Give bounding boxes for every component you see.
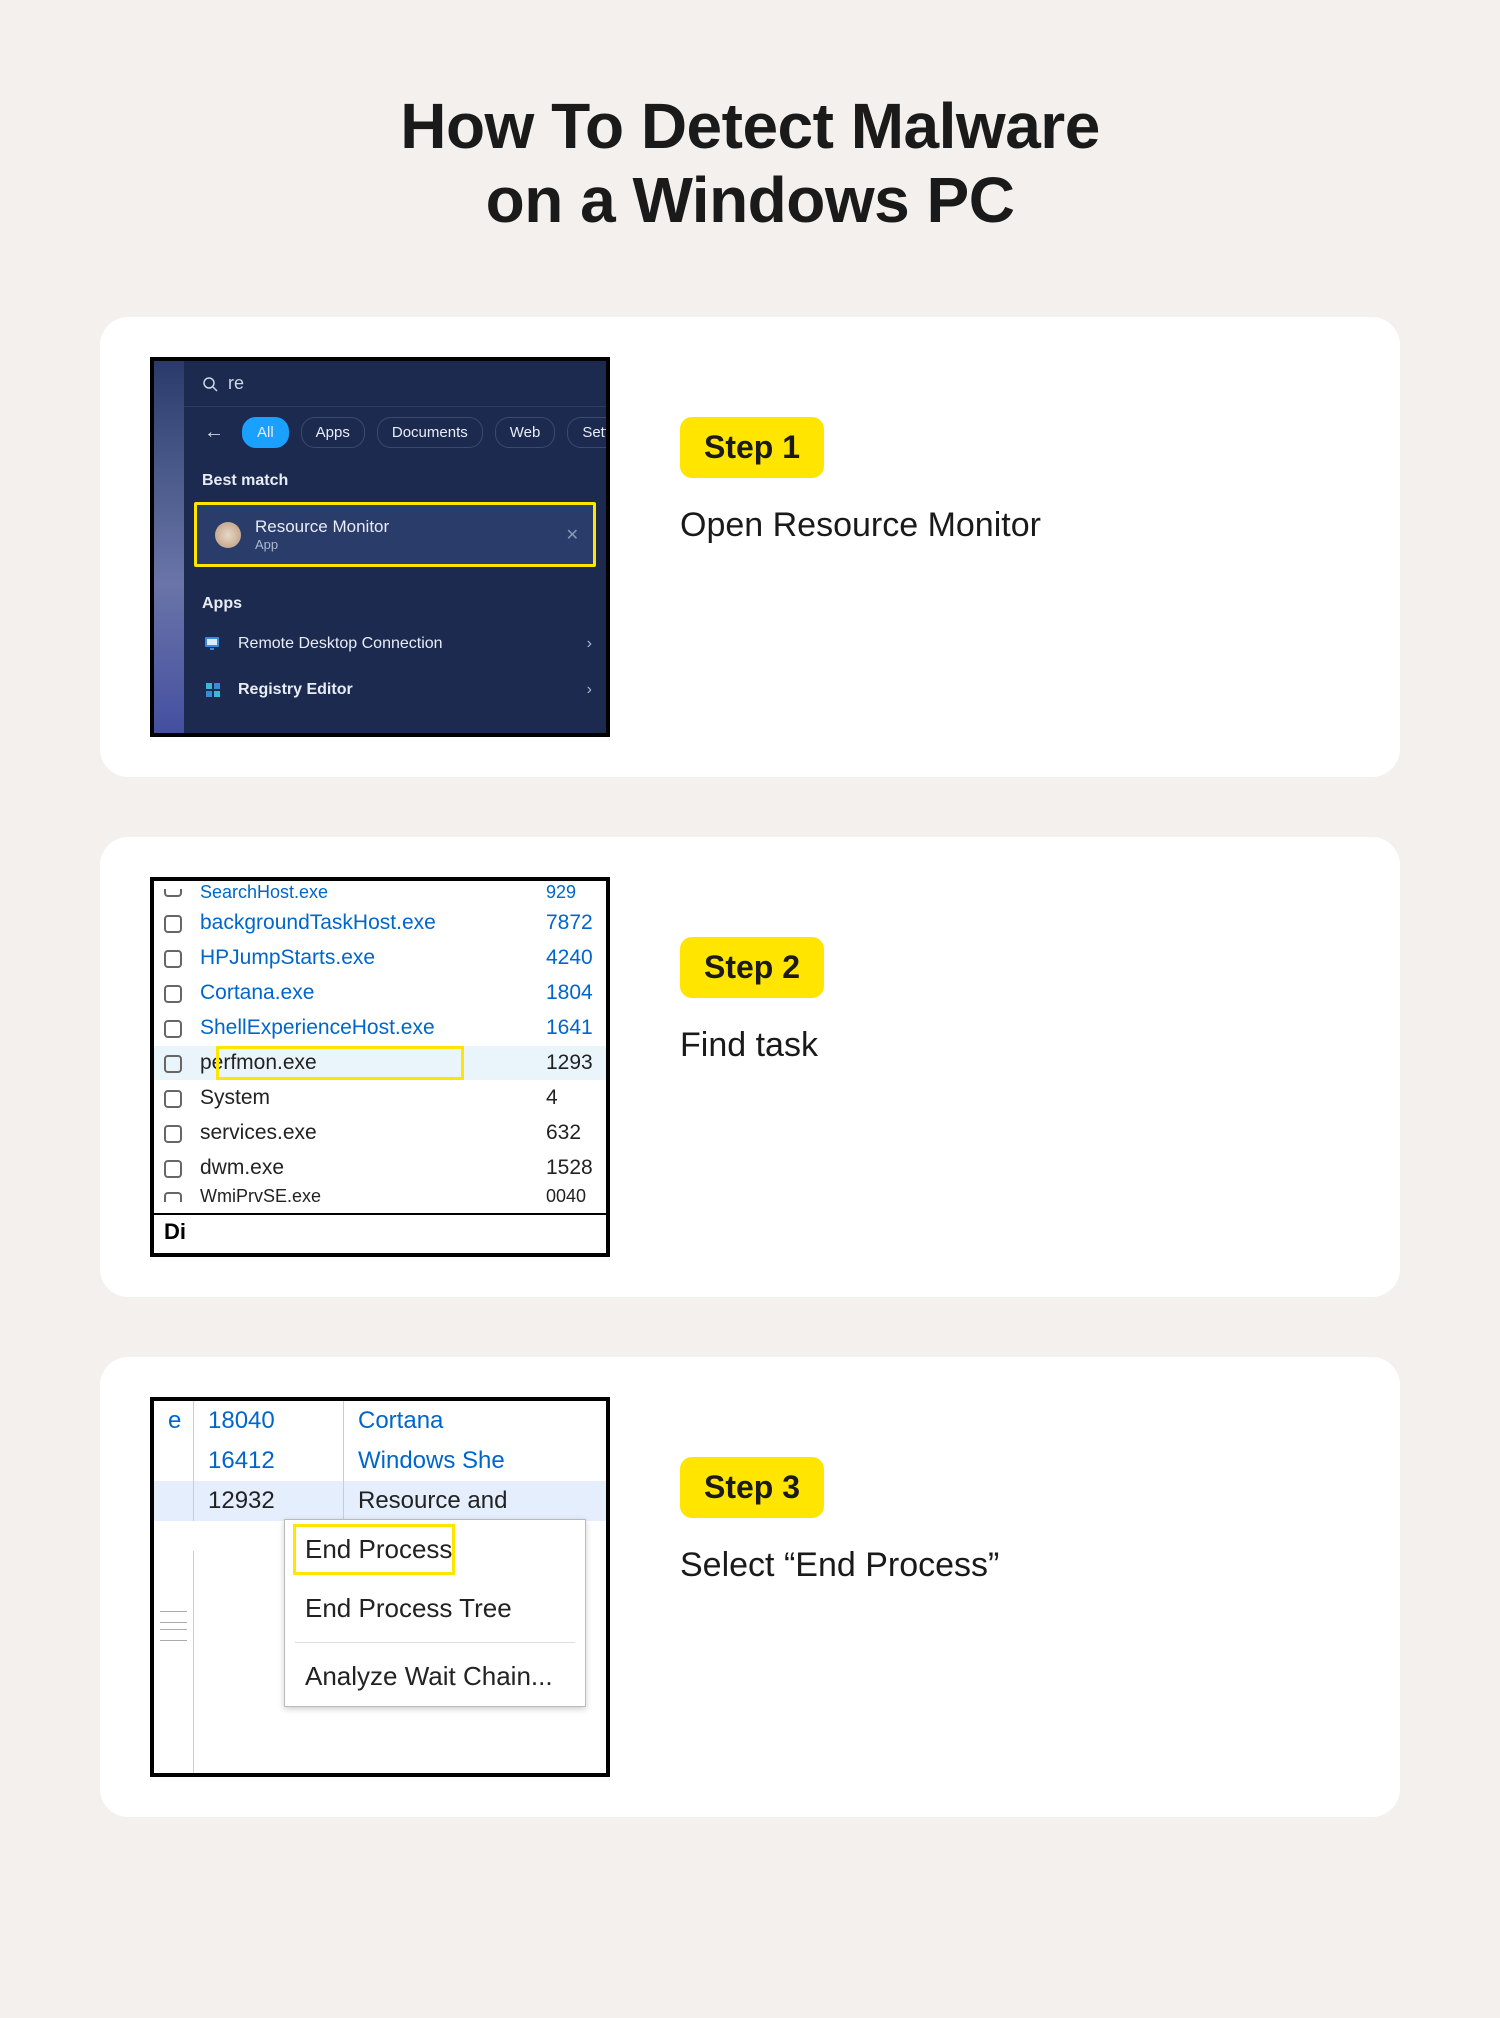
search-filter-tabs: ← All Apps Documents Web Setting (184, 407, 606, 458)
resource-monitor-icon (215, 522, 241, 548)
tab-apps[interactable]: Apps (301, 417, 365, 448)
context-menu-item[interactable]: End Process (285, 1520, 585, 1579)
process-name: HPJumpStarts.exe (190, 941, 536, 976)
process-row[interactable]: 12932Resource and (154, 1481, 606, 1521)
checkbox[interactable] (164, 1090, 182, 1108)
section-footer: Di (154, 1213, 606, 1253)
process-name: ShellExperienceHost.exe (190, 1011, 536, 1046)
step-2-desc: Find task (680, 1026, 824, 1065)
process-row[interactable]: Cortana.exe1804 (154, 976, 606, 1011)
title-line-2: on a Windows PC (486, 164, 1015, 236)
checkbox[interactable] (164, 1055, 182, 1073)
context-menu-item[interactable]: End Process Tree (285, 1579, 585, 1638)
checkbox[interactable] (164, 1020, 182, 1038)
process-grid: e18040Cortana16412Windows She12932Resour… (154, 1401, 606, 1521)
search-icon (202, 376, 218, 392)
step-1-card: re ← All Apps Documents Web Setting Best… (100, 317, 1400, 777)
process-desc: Resource and (344, 1481, 606, 1521)
step-1-desc: Open Resource Monitor (680, 506, 1041, 545)
search-bar[interactable]: re (184, 361, 606, 407)
highlight-box (216, 1046, 464, 1080)
search-text: re (228, 373, 244, 394)
checkbox[interactable] (164, 1160, 182, 1178)
step-3-card: e18040Cortana16412Windows She12932Resour… (100, 1357, 1400, 1817)
process-pid: 1804 (536, 976, 606, 1011)
highlight-box (293, 1524, 455, 1575)
process-row[interactable]: ShellExperienceHost.exe1641 (154, 1011, 606, 1046)
process-name: WmiPrvSE.exe (190, 1186, 536, 1210)
process-row[interactable]: e18040Cortana (154, 1401, 606, 1441)
tab-documents[interactable]: Documents (377, 417, 483, 448)
process-pid: 12932 (194, 1481, 344, 1521)
registry-editor-icon (202, 679, 224, 701)
col-a (154, 1481, 194, 1521)
menu-separator (295, 1642, 575, 1643)
process-pid: 1528 (536, 1151, 606, 1186)
process-pid: 632 (536, 1116, 606, 1151)
step-2-pill: Step 2 (680, 937, 824, 998)
process-name: services.exe (190, 1116, 536, 1151)
process-row[interactable]: perfmon.exe1293 (154, 1046, 606, 1081)
process-pid: 0040 (536, 1186, 606, 1210)
best-match-resource-monitor[interactable]: Resource Monitor App ✕ (194, 502, 596, 567)
checkbox[interactable] (164, 1125, 182, 1143)
app-remote-desktop[interactable]: Remote Desktop Connection › (184, 621, 606, 667)
checkbox[interactable] (164, 985, 182, 1003)
step-2-card: SearchHost.exe929 backgroundTaskHost.exe… (100, 837, 1400, 1297)
step-2-screenshot: SearchHost.exe929 backgroundTaskHost.exe… (150, 877, 610, 1257)
context-menu-item[interactable]: Analyze Wait Chain... (285, 1647, 585, 1706)
best-match-title: Resource Monitor (255, 517, 389, 537)
process-pid: 7872 (536, 906, 606, 941)
page-title: How To Detect Malware on a Windows PC (100, 90, 1400, 237)
process-pid: 4 (536, 1081, 606, 1116)
process-row[interactable]: backgroundTaskHost.exe7872 (154, 906, 606, 941)
step-1-pill: Step 1 (680, 417, 824, 478)
process-pid: 18040 (194, 1401, 344, 1441)
context-menu: End ProcessEnd Process Tree Analyze Wait … (284, 1519, 586, 1707)
checkbox[interactable] (164, 950, 182, 968)
process-pid: 16412 (194, 1441, 344, 1481)
best-match-subtitle: App (255, 537, 389, 552)
process-desc: Cortana (344, 1401, 606, 1441)
process-row[interactable]: 16412Windows She (154, 1441, 606, 1481)
process-row[interactable]: HPJumpStarts.exe4240 (154, 941, 606, 976)
app-label: Remote Desktop Connection (238, 635, 443, 653)
process-name: System (190, 1081, 536, 1116)
close-icon[interactable]: ✕ (566, 525, 579, 545)
title-line-1: How To Detect Malware (400, 90, 1100, 162)
step-3-desc: Select “End Process” (680, 1546, 999, 1585)
back-arrow-icon[interactable]: ← (198, 421, 230, 444)
chevron-right-icon: › (587, 681, 592, 699)
tab-all[interactable]: All (242, 417, 289, 448)
tab-web[interactable]: Web (495, 417, 556, 448)
remote-desktop-icon (202, 633, 224, 655)
app-label: Registry Editor (238, 681, 353, 699)
process-row[interactable]: services.exe632 (154, 1116, 606, 1151)
process-table: SearchHost.exe929 backgroundTaskHost.exe… (154, 881, 606, 1209)
process-pid: 4240 (536, 941, 606, 976)
process-name: backgroundTaskHost.exe (190, 906, 536, 941)
apps-header: Apps (184, 581, 606, 621)
step-1-screenshot: re ← All Apps Documents Web Setting Best… (150, 357, 610, 737)
process-desc: Windows She (344, 1441, 606, 1481)
col-a: e (154, 1401, 194, 1441)
chevron-right-icon: › (587, 635, 592, 653)
checkbox[interactable] (164, 915, 182, 933)
process-row[interactable]: System4 (154, 1081, 606, 1116)
process-pid: 1641 (536, 1011, 606, 1046)
app-registry-editor[interactable]: Registry Editor › (184, 667, 606, 713)
desktop-sliver (154, 361, 184, 733)
process-name: Cortana.exe (190, 976, 536, 1011)
tab-settings[interactable]: Setting (567, 417, 610, 448)
process-row[interactable]: dwm.exe1528 (154, 1151, 606, 1186)
col-a (154, 1441, 194, 1481)
step-3-pill: Step 3 (680, 1457, 824, 1518)
process-name: perfmon.exe (190, 1046, 536, 1081)
step-3-screenshot: e18040Cortana16412Windows She12932Resour… (150, 1397, 610, 1777)
left-strip (154, 1551, 194, 1773)
best-match-header: Best match (184, 458, 606, 498)
process-name: dwm.exe (190, 1151, 536, 1186)
process-pid: 1293 (536, 1046, 606, 1081)
